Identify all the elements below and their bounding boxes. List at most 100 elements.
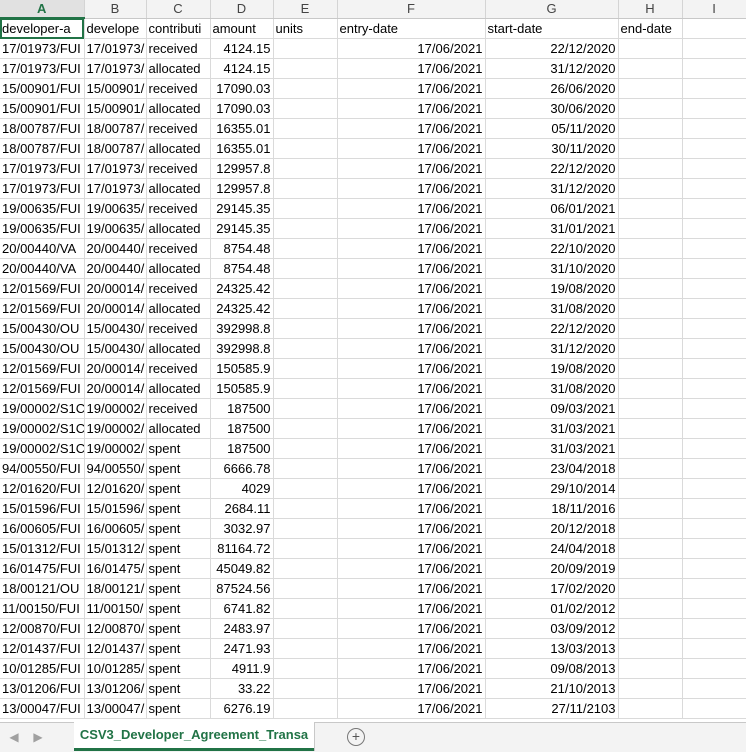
cell-a[interactable]: 20/00440/VA [0,238,85,259]
cell-i[interactable] [682,518,746,539]
cell-h[interactable] [618,418,683,439]
cell-d[interactable]: 29145.35 [210,198,274,219]
cell-g[interactable]: 26/06/2020 [485,78,619,99]
cell-a[interactable]: 12/01620/FUI [0,478,85,499]
cell-b[interactable]: 15/00901/ [84,98,147,119]
cell-a[interactable]: 16/00605/FUI [0,518,85,539]
cell-g[interactable]: 19/08/2020 [485,358,619,379]
cell-g[interactable]: 22/10/2020 [485,238,619,259]
cell-d[interactable]: 392998.8 [210,318,274,339]
cell-a[interactable]: 15/00901/FUI [0,98,85,119]
cell-f[interactable]: 17/06/2021 [337,158,486,179]
column-header-f[interactable]: F [337,0,486,19]
cell-e[interactable] [273,398,338,419]
column-header-e[interactable]: E [273,0,338,19]
cell-a[interactable]: 18/00787/FUI [0,118,85,139]
cell-h[interactable] [618,518,683,539]
cell-i[interactable] [682,258,746,279]
cell-a[interactable]: 16/01475/FUI [0,558,85,579]
cell-a[interactable]: 17/01973/FUI [0,58,85,79]
cell-f[interactable]: 17/06/2021 [337,238,486,259]
cell-e[interactable] [273,378,338,399]
cell-h[interactable] [618,158,683,179]
cell-a[interactable]: 19/00002/S1C [0,418,85,439]
cell-f[interactable]: 17/06/2021 [337,618,486,639]
cell-d[interactable]: 4124.15 [210,38,274,59]
cell-c[interactable]: spent [146,458,211,479]
cell-a[interactable]: 12/01569/FUI [0,358,85,379]
cell-h[interactable] [618,118,683,139]
cell-h[interactable] [618,338,683,359]
plus-circle-icon[interactable]: + [347,728,365,746]
cell-c[interactable]: allocated [146,298,211,319]
cell-g[interactable]: 13/03/2013 [485,638,619,659]
cell-d[interactable]: 16355.01 [210,138,274,159]
cell-e[interactable] [273,418,338,439]
cell-e[interactable] [273,478,338,499]
cell-f[interactable]: 17/06/2021 [337,118,486,139]
cell-c[interactable]: received [146,238,211,259]
cell-f[interactable]: 17/06/2021 [337,578,486,599]
cell-h[interactable] [618,678,683,699]
cell-a[interactable]: 11/00150/FUI [0,598,85,619]
cell-d[interactable]: 392998.8 [210,338,274,359]
cell-i[interactable] [682,418,746,439]
cell-header-e[interactable]: units [273,18,338,39]
cell-i[interactable] [682,438,746,459]
cell-h[interactable] [618,498,683,519]
cell-g[interactable]: 03/09/2012 [485,618,619,639]
cell-b[interactable]: 19/00002/ [84,438,147,459]
cell-f[interactable]: 17/06/2021 [337,78,486,99]
cell-a[interactable]: 12/00870/FUI [0,618,85,639]
cell-f[interactable]: 17/06/2021 [337,178,486,199]
cell-c[interactable]: spent [146,678,211,699]
cell-c[interactable]: spent [146,698,211,719]
cell-c[interactable]: allocated [146,138,211,159]
cell-i[interactable] [682,478,746,499]
cell-e[interactable] [273,178,338,199]
cell-c[interactable]: spent [146,578,211,599]
cell-h[interactable] [618,638,683,659]
cell-b[interactable]: 19/00002/ [84,418,147,439]
cell-d[interactable]: 33.22 [210,678,274,699]
cell-b[interactable]: 19/00635/ [84,198,147,219]
cell-header-b[interactable]: develope [84,18,147,39]
cell-a[interactable]: 12/01569/FUI [0,378,85,399]
cell-g[interactable]: 31/10/2020 [485,258,619,279]
cell-f[interactable]: 17/06/2021 [337,438,486,459]
cell-f[interactable]: 17/06/2021 [337,258,486,279]
cell-h[interactable] [618,458,683,479]
cell-a[interactable]: 18/00121/OU [0,578,85,599]
column-header-g[interactable]: G [485,0,619,19]
cell-h[interactable] [618,258,683,279]
cell-h[interactable] [618,38,683,59]
cell-d[interactable]: 81164.72 [210,538,274,559]
cell-i[interactable] [682,658,746,679]
cell-h[interactable] [618,618,683,639]
cell-d[interactable]: 2471.93 [210,638,274,659]
cell-d[interactable]: 2483.97 [210,618,274,639]
cell-b[interactable]: 17/01973/ [84,158,147,179]
cell-d[interactable]: 129957.8 [210,178,274,199]
column-header-i[interactable]: I [682,0,746,19]
cell-e[interactable] [273,98,338,119]
cell-d[interactable]: 4029 [210,478,274,499]
cell-d[interactable]: 24325.42 [210,298,274,319]
cell-d[interactable]: 6276.19 [210,698,274,719]
cell-c[interactable]: allocated [146,178,211,199]
cell-g[interactable]: 30/11/2020 [485,138,619,159]
cell-d[interactable]: 4911.9 [210,658,274,679]
cell-d[interactable]: 24325.42 [210,278,274,299]
cell-e[interactable] [273,498,338,519]
cell-g[interactable]: 01/02/2012 [485,598,619,619]
cell-c[interactable]: received [146,118,211,139]
cell-d[interactable]: 8754.48 [210,258,274,279]
cell-header-h[interactable]: end-date [618,18,683,39]
cell-i[interactable] [682,578,746,599]
cell-b[interactable]: 12/01437/ [84,638,147,659]
cell-i[interactable] [682,158,746,179]
cell-e[interactable] [273,538,338,559]
cell-c[interactable]: allocated [146,338,211,359]
cell-c[interactable]: spent [146,638,211,659]
cell-a[interactable]: 19/00002/S1C [0,438,85,459]
